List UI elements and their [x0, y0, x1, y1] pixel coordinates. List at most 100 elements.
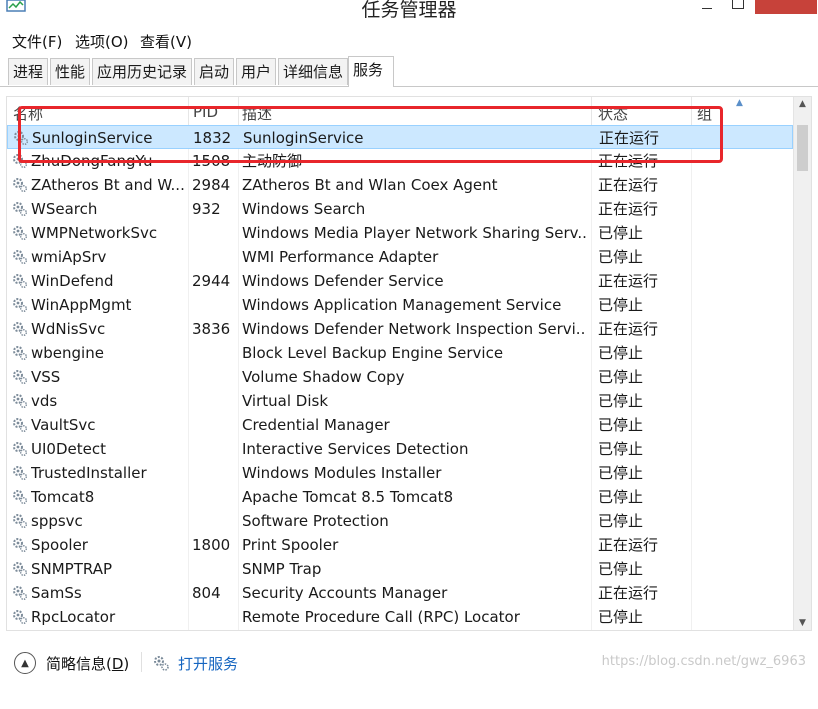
- service-name: VaultSvc: [31, 416, 96, 434]
- service-row[interactable]: wmiApSrv WMI Performance Adapter 已停止: [7, 245, 793, 269]
- service-status: 已停止: [598, 416, 644, 434]
- gear-icon: [13, 202, 28, 217]
- gear-icon: [13, 562, 28, 577]
- service-status: 已停止: [598, 224, 644, 242]
- service-row[interactable]: Spooler 1800 Print Spooler 正在运行: [7, 533, 793, 557]
- service-row[interactable]: ZAtheros Bt and W... 2984 ZAtheros Bt and …: [7, 173, 793, 197]
- service-row[interactable]: sppsvc Software Protection 已停止: [7, 509, 793, 533]
- tab-users[interactable]: 用户: [236, 58, 276, 85]
- minimize-button[interactable]: [693, 0, 721, 14]
- service-row[interactable]: VSS Volume Shadow Copy 已停止: [7, 365, 793, 389]
- service-description: Windows Application Management Service: [242, 296, 562, 314]
- service-description: Print Spooler: [242, 536, 339, 554]
- column-divider[interactable]: [591, 97, 592, 125]
- service-name: RpcLocator: [31, 608, 116, 626]
- service-description: Apache Tomcat 8.5 Tomcat8: [242, 488, 454, 506]
- service-row[interactable]: TrustedInstaller Windows Modules Installe…: [7, 461, 793, 485]
- service-status: 已停止: [598, 248, 644, 266]
- menu-options[interactable]: 选项(O): [75, 31, 129, 52]
- gear-icon: [13, 466, 28, 481]
- service-status: 已停止: [598, 560, 644, 578]
- service-name: vds: [31, 392, 58, 410]
- column-header-description[interactable]: 描述: [242, 103, 272, 124]
- service-row[interactable]: SNMPTRAP SNMP Trap 已停止: [7, 557, 793, 581]
- open-services-link[interactable]: 打开服务: [152, 650, 238, 676]
- service-row[interactable]: vds Virtual Disk 已停止: [7, 389, 793, 413]
- menu-view[interactable]: 查看(V): [140, 31, 192, 52]
- service-row[interactable]: VaultSvc Credential Manager 已停止: [7, 413, 793, 437]
- scroll-down-icon[interactable]: ▼: [794, 618, 811, 628]
- service-status: 已停止: [598, 440, 644, 458]
- service-pid: 2944: [192, 272, 231, 290]
- scroll-up-icon[interactable]: ▲: [794, 99, 811, 109]
- service-row[interactable]: WSearch 932 Windows Search 正在运行: [7, 197, 793, 221]
- service-description: Volume Shadow Copy: [242, 368, 405, 386]
- column-header-pid[interactable]: PID: [193, 103, 218, 121]
- service-pid: 3836: [192, 320, 231, 338]
- service-row[interactable]: WMPNetworkSvc Windows Media Player Networ…: [7, 221, 793, 245]
- column-header-group[interactable]: 组: [697, 103, 712, 124]
- service-name: WinAppMgmt: [31, 296, 132, 314]
- service-row[interactable]: UI0Detect Interactive Services Detection 已…: [7, 437, 793, 461]
- column-header-name[interactable]: 名称: [13, 103, 43, 124]
- service-pid: 804: [192, 584, 221, 602]
- service-row[interactable]: WdNisSvc 3836 Windows Defender Network Ins…: [7, 317, 793, 341]
- tab-label: 性能: [55, 63, 86, 81]
- service-row[interactable]: SamSs 804 Security Accounts Manager 正在运行: [7, 581, 793, 605]
- gear-icon: [13, 514, 28, 529]
- service-description: Credential Manager: [242, 416, 390, 434]
- service-name: SunloginService: [32, 129, 153, 147]
- gear-icon: [13, 154, 28, 169]
- tab-services[interactable]: 服务: [348, 56, 394, 87]
- service-description: Windows Modules Installer: [242, 464, 442, 482]
- services-list[interactable]: 名称 PID 描述 状态 组 ▲ SunloginService 1832 Sunl…: [6, 96, 812, 631]
- service-description: Windows Search: [242, 200, 366, 218]
- service-row[interactable]: RpcLocator Remote Procedure Call (RPC) Lo…: [7, 605, 793, 629]
- service-row[interactable]: WinAppMgmt Windows Application Management…: [7, 293, 793, 317]
- tab-processes[interactable]: 进程: [8, 58, 48, 85]
- service-name: WinDefend: [31, 272, 114, 290]
- service-row[interactable]: wbengine Block Level Backup Engine Servic…: [7, 341, 793, 365]
- tab-performance[interactable]: 性能: [50, 58, 90, 85]
- service-description: Interactive Services Detection: [242, 440, 469, 458]
- gear-icon: [13, 226, 28, 241]
- service-status: 已停止: [598, 512, 644, 530]
- close-button[interactable]: [755, 0, 817, 14]
- tab-startup[interactable]: 启动: [194, 58, 234, 85]
- service-name: wmiApSrv: [31, 248, 107, 266]
- service-row[interactable]: Tomcat8 Apache Tomcat 8.5 Tomcat8 已停止: [7, 485, 793, 509]
- column-header-status[interactable]: 状态: [598, 103, 628, 124]
- service-name: UI0Detect: [31, 440, 106, 458]
- service-row[interactable]: SunloginService 1832 SunloginService 正在运行: [7, 125, 793, 149]
- service-name: ZhuDongFangYu: [31, 152, 153, 170]
- tab-bar: 进程 性能 应用历史记录 启动 用户 详细信息 服务: [0, 56, 818, 87]
- service-row[interactable]: ZhuDongFangYu 1508 主动防御 正在运行: [7, 149, 793, 173]
- column-header-row: 名称 PID 描述 状态 组 ▲: [7, 97, 793, 125]
- service-pid: 2984: [192, 176, 231, 194]
- column-divider[interactable]: [188, 97, 189, 125]
- service-description: SNMP Trap: [242, 560, 322, 578]
- service-status: 正在运行: [598, 200, 659, 218]
- title-bar: 任务管理器: [0, 0, 818, 26]
- service-description: ZAtheros Bt and Wlan Coex Agent: [242, 176, 498, 194]
- fewer-details-label: 简略信息(D): [46, 654, 130, 673]
- maximize-button[interactable]: [724, 0, 752, 14]
- column-divider[interactable]: [691, 97, 692, 125]
- fewer-details-button[interactable]: ▲ 简略信息(D): [14, 650, 129, 676]
- services-rows: SunloginService 1832 SunloginService 正在运行 Zh…: [7, 125, 793, 629]
- service-row[interactable]: WinDefend 2944 Windows Defender Service 正在运…: [7, 269, 793, 293]
- watermark-text: https://blog.csdn.net/gwz_6963: [601, 654, 806, 669]
- tab-details[interactable]: 详细信息: [278, 58, 348, 85]
- service-name: Tomcat8: [31, 488, 95, 506]
- vertical-scrollbar[interactable]: ▲ ▼: [793, 97, 811, 630]
- service-name: TrustedInstaller: [31, 464, 147, 482]
- menu-file[interactable]: 文件(F): [12, 31, 62, 52]
- scroll-thumb[interactable]: [797, 125, 808, 171]
- service-name: WdNisSvc: [31, 320, 106, 338]
- service-description: Remote Procedure Call (RPC) Locator: [242, 608, 520, 626]
- service-name: sppsvc: [31, 512, 83, 530]
- gear-icon: [13, 250, 28, 265]
- service-name: VSS: [31, 368, 61, 386]
- column-divider[interactable]: [238, 97, 239, 125]
- tab-app-history[interactable]: 应用历史记录: [92, 58, 192, 85]
